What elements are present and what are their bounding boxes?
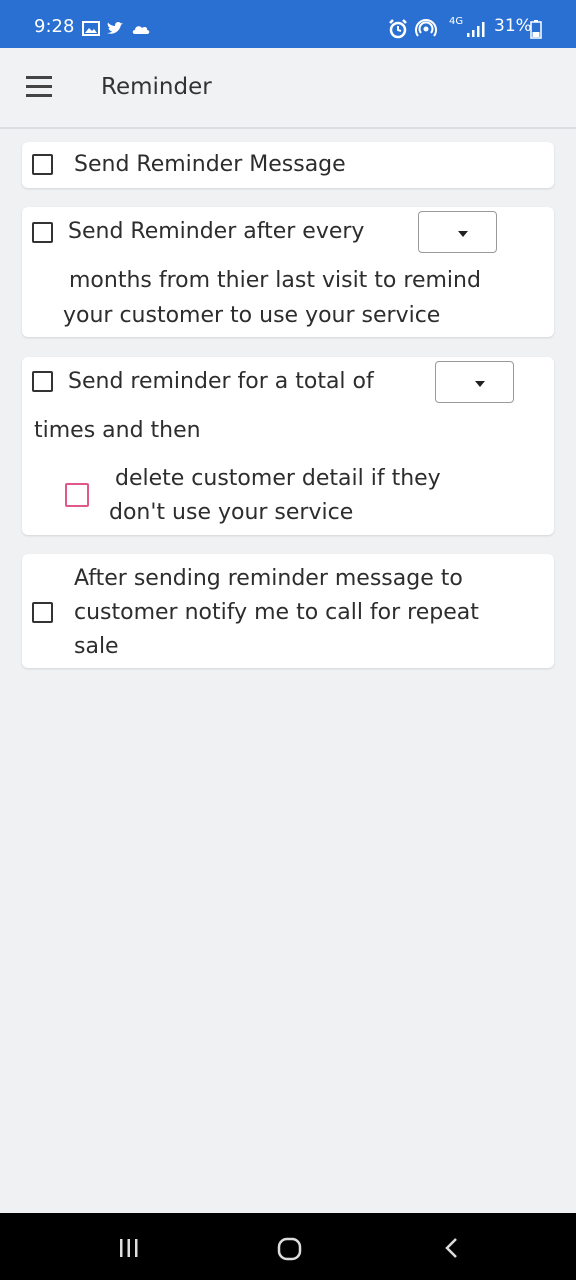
chevron-down-icon bbox=[458, 231, 468, 237]
interval-checkbox[interactable] bbox=[32, 222, 53, 243]
network-type: 4G bbox=[449, 16, 464, 27]
twitter-icon bbox=[107, 21, 123, 34]
total-text-line2: times and then bbox=[34, 418, 201, 443]
total-label: Send reminder for a total of bbox=[68, 369, 374, 394]
battery-percent: 31% bbox=[494, 16, 532, 36]
signal-icon bbox=[467, 22, 485, 37]
interval-text-line3: your customer to use your service bbox=[63, 303, 441, 328]
send-message-checkbox[interactable] bbox=[32, 154, 53, 175]
total-card: Send reminder for a total of times and t… bbox=[22, 357, 554, 535]
total-checkbox[interactable] bbox=[32, 371, 53, 392]
image-icon bbox=[82, 21, 100, 36]
notify-line1: After sending reminder message to bbox=[74, 566, 463, 591]
hotspot-icon bbox=[415, 19, 437, 37]
total-dropdown[interactable] bbox=[435, 361, 514, 403]
notify-card: After sending reminder message to custom… bbox=[22, 554, 554, 668]
page-title: Reminder bbox=[101, 74, 212, 100]
interval-card: Send Reminder after every months from th… bbox=[22, 207, 554, 337]
recent-apps-icon[interactable] bbox=[118, 1237, 140, 1259]
alarm-icon bbox=[389, 19, 407, 39]
app-bar: Reminder bbox=[0, 48, 576, 129]
system-nav-bar bbox=[0, 1213, 576, 1280]
chevron-down-icon bbox=[475, 381, 485, 387]
notify-line2: customer notify me to call for repeat bbox=[74, 600, 479, 625]
cloud-icon bbox=[132, 26, 150, 34]
delete-customer-line1: delete customer detail if they bbox=[115, 466, 441, 491]
status-time: 9:28 bbox=[34, 16, 75, 37]
notify-line3: sale bbox=[74, 634, 119, 659]
home-icon[interactable] bbox=[277, 1236, 303, 1262]
send-message-label: Send Reminder Message bbox=[74, 152, 346, 177]
delete-customer-line2: don't use your service bbox=[109, 500, 354, 525]
interval-text-line2: months from thier last visit to remind bbox=[69, 268, 481, 293]
notify-checkbox[interactable] bbox=[32, 602, 53, 623]
send-message-card: Send Reminder Message bbox=[22, 142, 554, 188]
hamburger-menu-icon[interactable] bbox=[26, 76, 52, 98]
back-icon[interactable] bbox=[443, 1237, 461, 1259]
status-bar: 9:28 4G 31% bbox=[0, 0, 576, 48]
delete-customer-checkbox[interactable] bbox=[65, 483, 89, 507]
battery-icon bbox=[530, 20, 542, 39]
interval-dropdown[interactable] bbox=[418, 211, 497, 253]
interval-label: Send Reminder after every bbox=[68, 219, 365, 244]
